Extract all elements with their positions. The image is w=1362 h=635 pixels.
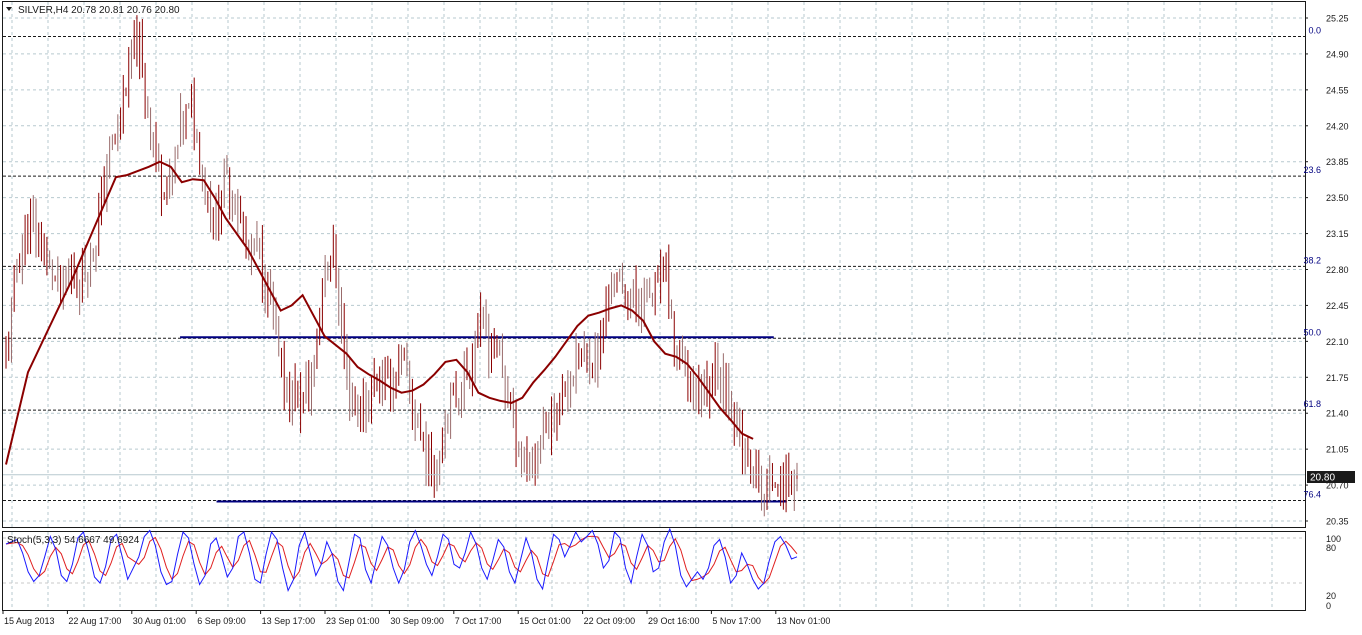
price-chart[interactable]: 0.023.638.250.061.876.4 25.2524.9024.552… [0, 0, 1362, 630]
time-tick-label: 5 Nov 17:00 [712, 616, 761, 626]
time-tick-label: 15 Oct 01:00 [519, 616, 571, 626]
price-tick-label: 23.85 [1326, 157, 1349, 167]
time-tick-label: 15 Aug 2013 [4, 616, 55, 626]
price-tick-label: 21.05 [1326, 445, 1349, 455]
time-tick-label: 13 Sep 17:00 [262, 616, 316, 626]
fib-level-label: 76.4 [1303, 489, 1321, 499]
time-axis: 15 Aug 2013 22 Aug 17:00 30 Aug 01:00 6 Sep… [2, 610, 831, 626]
stoch-axis: 10080200 [1326, 534, 1341, 611]
price-tick-label: 24.55 [1326, 85, 1349, 95]
stoch-tick-label: 20 [1326, 591, 1336, 601]
price-tick-label: 23.15 [1326, 229, 1349, 239]
price-tick-label: 22.10 [1326, 337, 1349, 347]
price-tick-label: 21.75 [1326, 373, 1349, 383]
fib-level-label: 23.6 [1303, 165, 1321, 175]
price-tick-label: 25.25 [1326, 14, 1349, 24]
time-tick-label: 6 Sep 09:00 [197, 616, 246, 626]
price-tick-label: 24.90 [1326, 49, 1349, 59]
stoch-label: Stoch(5,3,3) 54.6667 49.6924 [7, 535, 140, 546]
chart-title: SILVER,H4 20.78 20.81 20.76 20.80 [18, 5, 180, 16]
stoch-tick-label: 80 [1326, 543, 1336, 553]
current-price-label: 20.80 [1310, 473, 1335, 484]
price-tick-label: 22.45 [1326, 301, 1349, 311]
fib-level-label: 61.8 [1303, 399, 1321, 409]
time-tick-label: 7 Oct 17:00 [455, 616, 502, 626]
price-tick-label: 24.20 [1326, 121, 1349, 131]
price-tick-label: 21.40 [1326, 409, 1349, 419]
time-tick-label: 22 Oct 09:00 [584, 616, 636, 626]
stoch-tick-label: 0 [1326, 601, 1331, 611]
time-tick-label: 22 Aug 17:00 [68, 616, 121, 626]
main-pane[interactable] [2, 1, 1306, 528]
time-tick-label: 13 Nov 01:00 [777, 616, 831, 626]
fib-level-label: 50.0 [1303, 327, 1321, 337]
chart-window: 0.0 23.6 38.2 50.0 61.8 76.4 25.25 24.90 24.55 2… [0, 0, 1362, 630]
fib-level-label: 38.2 [1303, 255, 1321, 265]
time-tick-label: 30 Sep 09:00 [390, 616, 444, 626]
time-tick-label: 30 Aug 01:00 [133, 616, 186, 626]
price-axis: 25.25 24.90 24.55 24.20 23.85 23.50 23.15 22.80… [1305, 14, 1349, 527]
time-tick-label: 29 Oct 16:00 [648, 616, 700, 626]
price-tick-label: 23.50 [1326, 193, 1349, 203]
time-tick-label: 23 Sep 01:00 [326, 616, 380, 626]
price-tick-label: 22.80 [1326, 265, 1349, 275]
price-tick-label: 20.35 [1326, 517, 1349, 527]
fib-level-label: 0.0 [1308, 25, 1321, 35]
